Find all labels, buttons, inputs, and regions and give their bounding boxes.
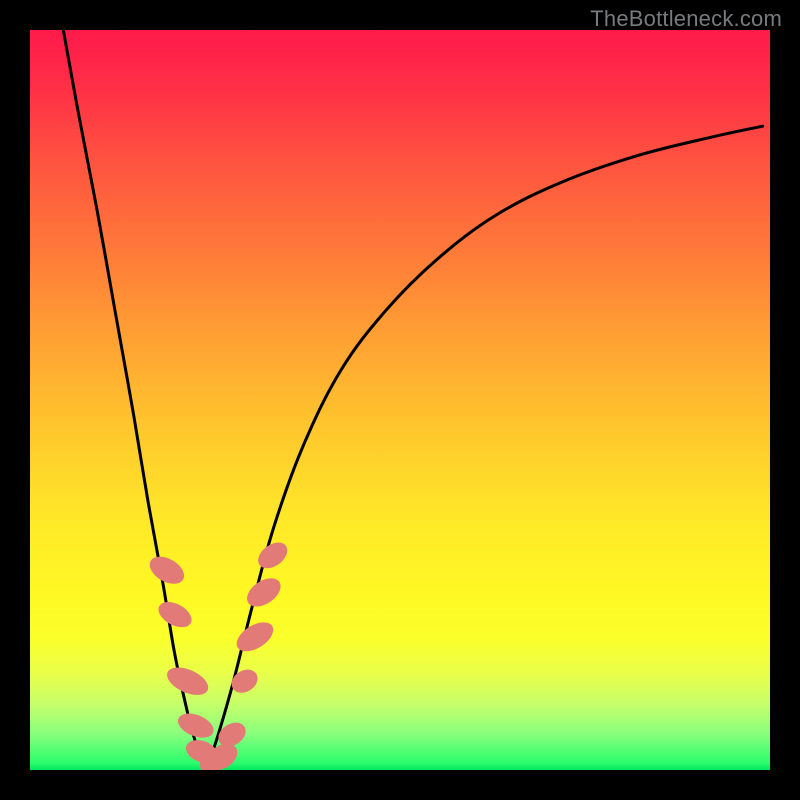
curve-left [63,30,207,766]
curve-right [208,126,763,766]
marker-dot [154,597,196,633]
watermark-text: TheBottleneck.com [590,6,782,32]
curve-layer [63,30,762,766]
marker-dot [174,709,217,743]
marker-dot [163,662,212,701]
outer-frame: TheBottleneck.com [0,0,800,800]
marker-dot [242,572,286,612]
chart-svg [30,30,770,770]
marker-dot [145,551,189,589]
plot-area [30,30,770,770]
marker-dot [232,616,279,657]
marker-dot [253,537,292,573]
marker-dot [227,665,262,698]
